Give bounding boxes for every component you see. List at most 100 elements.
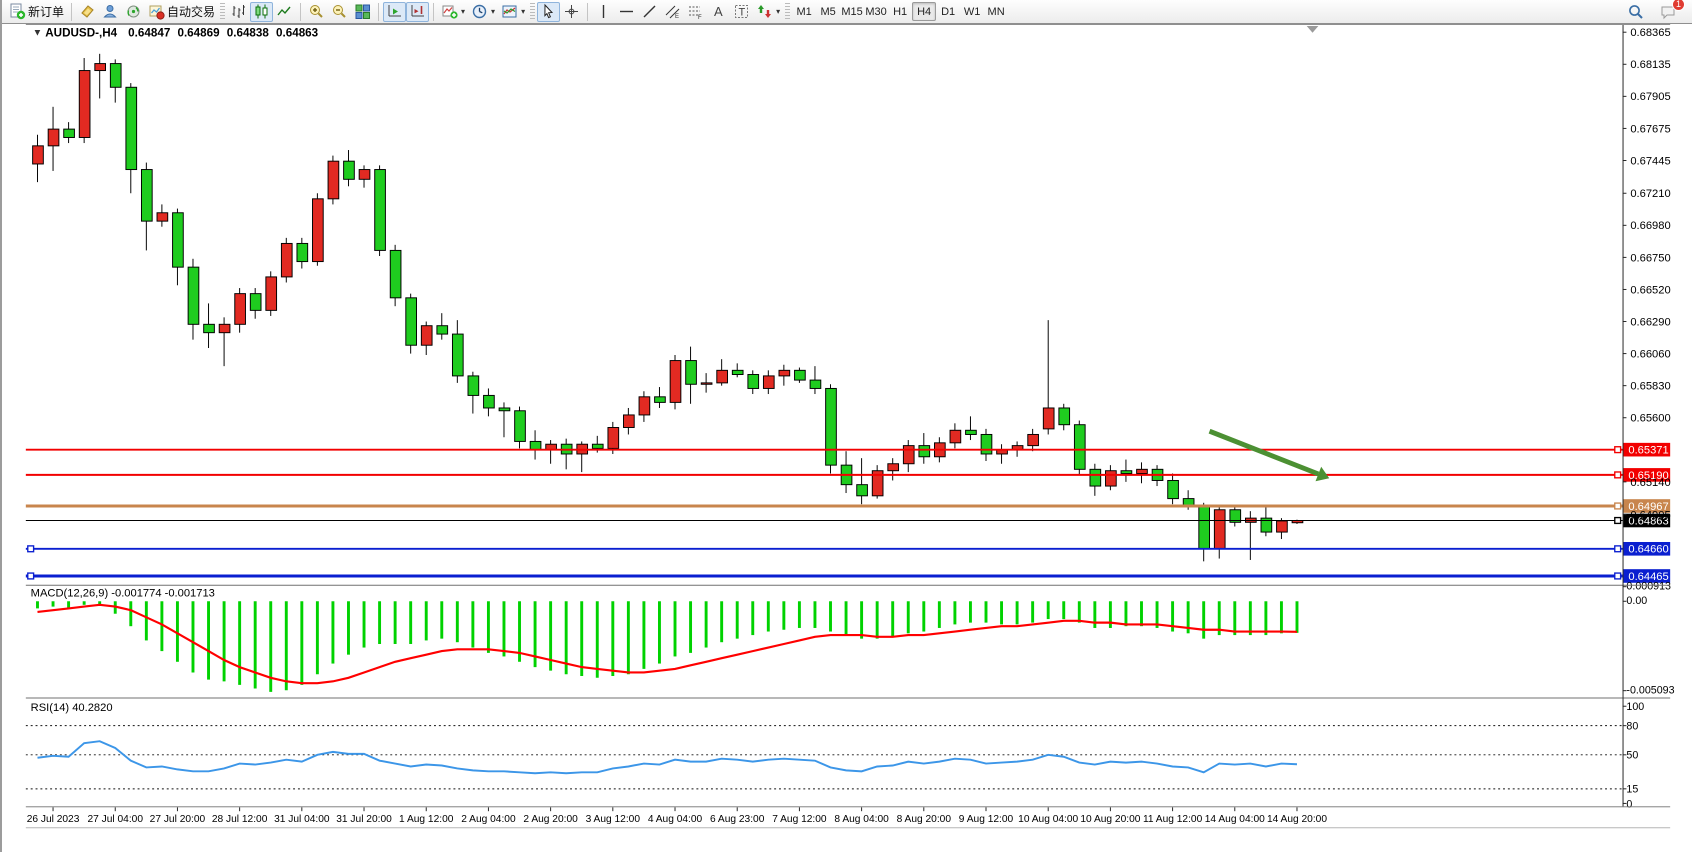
svg-text:0.65830: 0.65830 (1630, 381, 1670, 393)
chart-title-close: 0.64863 (276, 27, 319, 40)
bar-chart-mode-button[interactable] (227, 2, 250, 22)
timeframe-m30-button[interactable]: M30 (864, 2, 888, 21)
cursor-tool-button[interactable] (537, 2, 560, 22)
svg-text:1 Aug 12:00: 1 Aug 12:00 (399, 814, 454, 825)
auto-trading-button[interactable]: 自动交易 (145, 2, 218, 22)
timeframe-mn-button[interactable]: MN (984, 2, 1008, 21)
templates-button[interactable]: ▾ (498, 2, 528, 22)
indicators-icon (441, 3, 458, 20)
svg-text:-0.005093: -0.005093 (1626, 685, 1674, 697)
fibonacci-tool-button[interactable]: F (684, 2, 707, 22)
timeframe-m5-button[interactable]: M5 (816, 2, 840, 21)
mt4-window: 新订单 自动交易 (0, 0, 1692, 852)
new-order-button[interactable]: 新订单 (6, 2, 67, 22)
arrow-objects-icon (756, 3, 773, 20)
candlestick-mode-button[interactable] (250, 2, 273, 22)
toolbar: 新订单 自动交易 (2, 0, 1692, 24)
svg-text:11 Aug 12:00: 11 Aug 12:00 (1143, 814, 1203, 825)
signals-button[interactable] (122, 2, 145, 22)
symbol-dropdown-icon[interactable]: ▼ (33, 28, 43, 39)
indicators-button[interactable]: ▾ (438, 2, 468, 22)
svg-text:50: 50 (1626, 750, 1638, 762)
svg-text:2 Aug 04:00: 2 Aug 04:00 (461, 814, 516, 825)
search-button[interactable] (1624, 2, 1648, 22)
timeframe-h4-button[interactable]: H4 (912, 2, 936, 21)
quotes-button[interactable] (76, 2, 99, 22)
arrows-tool-button[interactable]: ▾ (753, 2, 783, 22)
bar-chart-icon (230, 3, 247, 20)
timeframe-h1-button[interactable]: H1 (888, 2, 912, 21)
zoom-out-icon (331, 3, 348, 20)
svg-text:A: A (714, 4, 723, 19)
radar-icon (125, 3, 142, 20)
svg-text:0.67905: 0.67905 (1630, 91, 1670, 103)
svg-text:7 Aug 12:00: 7 Aug 12:00 (772, 814, 827, 825)
periods-button[interactable]: ▾ (468, 2, 498, 22)
vertical-line-icon (595, 3, 612, 20)
svg-text:E: E (675, 14, 679, 20)
search-icon (1627, 3, 1645, 21)
auto-scroll-button[interactable] (383, 2, 406, 22)
svg-text:0.66060: 0.66060 (1630, 348, 1670, 360)
chart-shift-button[interactable] (406, 2, 429, 22)
separator (587, 3, 588, 21)
svg-text:0.00: 0.00 (1626, 595, 1647, 607)
zoom-in-button[interactable] (305, 2, 328, 22)
svg-text:28 Jul 12:00: 28 Jul 12:00 (212, 814, 268, 825)
svg-text:26 Jul 2023: 26 Jul 2023 (27, 814, 80, 825)
crosshair-tool-button[interactable] (560, 2, 583, 22)
svg-text:15: 15 (1626, 784, 1638, 796)
chart-shift-icon (409, 3, 426, 20)
svg-text:T: T (739, 7, 746, 19)
rsi-label: RSI(14) 40.2820 (31, 702, 113, 714)
trendline-tool-button[interactable] (638, 2, 661, 22)
svg-text:0.64905: 0.64905 (1630, 510, 1670, 522)
svg-text:0.000913: 0.000913 (1626, 581, 1671, 593)
text-tool-button[interactable]: A (707, 2, 730, 22)
candlestick-icon (253, 3, 270, 20)
channel-tool-button[interactable]: E (661, 2, 684, 22)
svg-text:0.67445: 0.67445 (1630, 155, 1670, 167)
svg-text:2 Aug 20:00: 2 Aug 20:00 (523, 814, 578, 825)
svg-text:8 Aug 04:00: 8 Aug 04:00 (834, 814, 889, 825)
macd-label: MACD(12,26,9) -0.001774 -0.001713 (31, 587, 215, 599)
svg-text:31 Jul 04:00: 31 Jul 04:00 (274, 814, 330, 825)
line-chart-mode-button[interactable] (273, 2, 296, 22)
svg-text:0.65600: 0.65600 (1630, 413, 1670, 425)
timeframe-m15-button[interactable]: M15 (840, 2, 864, 21)
svg-text:10 Aug 04:00: 10 Aug 04:00 (1018, 814, 1078, 825)
notifications-button[interactable]: 1 (1656, 2, 1680, 22)
vertical-line-tool-button[interactable] (592, 2, 615, 22)
text-icon: A (710, 3, 727, 20)
chart-svg[interactable]: 0.653710.651900.649670.648630.646600.644… (2, 24, 1692, 852)
toolbar-grip (785, 3, 790, 21)
clock-icon (471, 3, 488, 20)
auto-trading-icon (148, 3, 165, 20)
cursor-icon (540, 3, 557, 20)
svg-text:8 Aug 20:00: 8 Aug 20:00 (897, 814, 952, 825)
svg-text:0.68365: 0.68365 (1630, 27, 1670, 39)
chart-background (26, 24, 1670, 829)
tile-windows-button[interactable] (351, 2, 374, 22)
svg-text:80: 80 (1626, 721, 1638, 733)
svg-text:100: 100 (1626, 701, 1644, 713)
separator (378, 3, 379, 21)
zoom-out-button[interactable] (328, 2, 351, 22)
svg-text:0.64660: 0.64660 (1628, 544, 1668, 556)
chart-title-symbol: AUDUSD-,H4 (45, 27, 117, 40)
timeframe-d1-button[interactable]: D1 (936, 2, 960, 21)
svg-text:14 Aug 20:00: 14 Aug 20:00 (1267, 814, 1327, 825)
zoom-in-icon (308, 3, 325, 20)
crosshair-icon (563, 3, 580, 20)
svg-text:0.66980: 0.66980 (1630, 220, 1670, 232)
svg-text:0.66750: 0.66750 (1630, 252, 1670, 264)
svg-text:10 Aug 20:00: 10 Aug 20:00 (1080, 814, 1140, 825)
new-order-icon (9, 3, 26, 20)
separator (433, 3, 434, 21)
chart-area[interactable]: 0.653710.651900.649670.648630.646600.644… (2, 24, 1692, 852)
label-tool-button[interactable]: T (730, 2, 753, 22)
timeframe-m1-button[interactable]: M1 (792, 2, 816, 21)
timeframe-w1-button[interactable]: W1 (960, 2, 984, 21)
experts-button[interactable] (99, 2, 122, 22)
horizontal-line-tool-button[interactable] (615, 2, 638, 22)
